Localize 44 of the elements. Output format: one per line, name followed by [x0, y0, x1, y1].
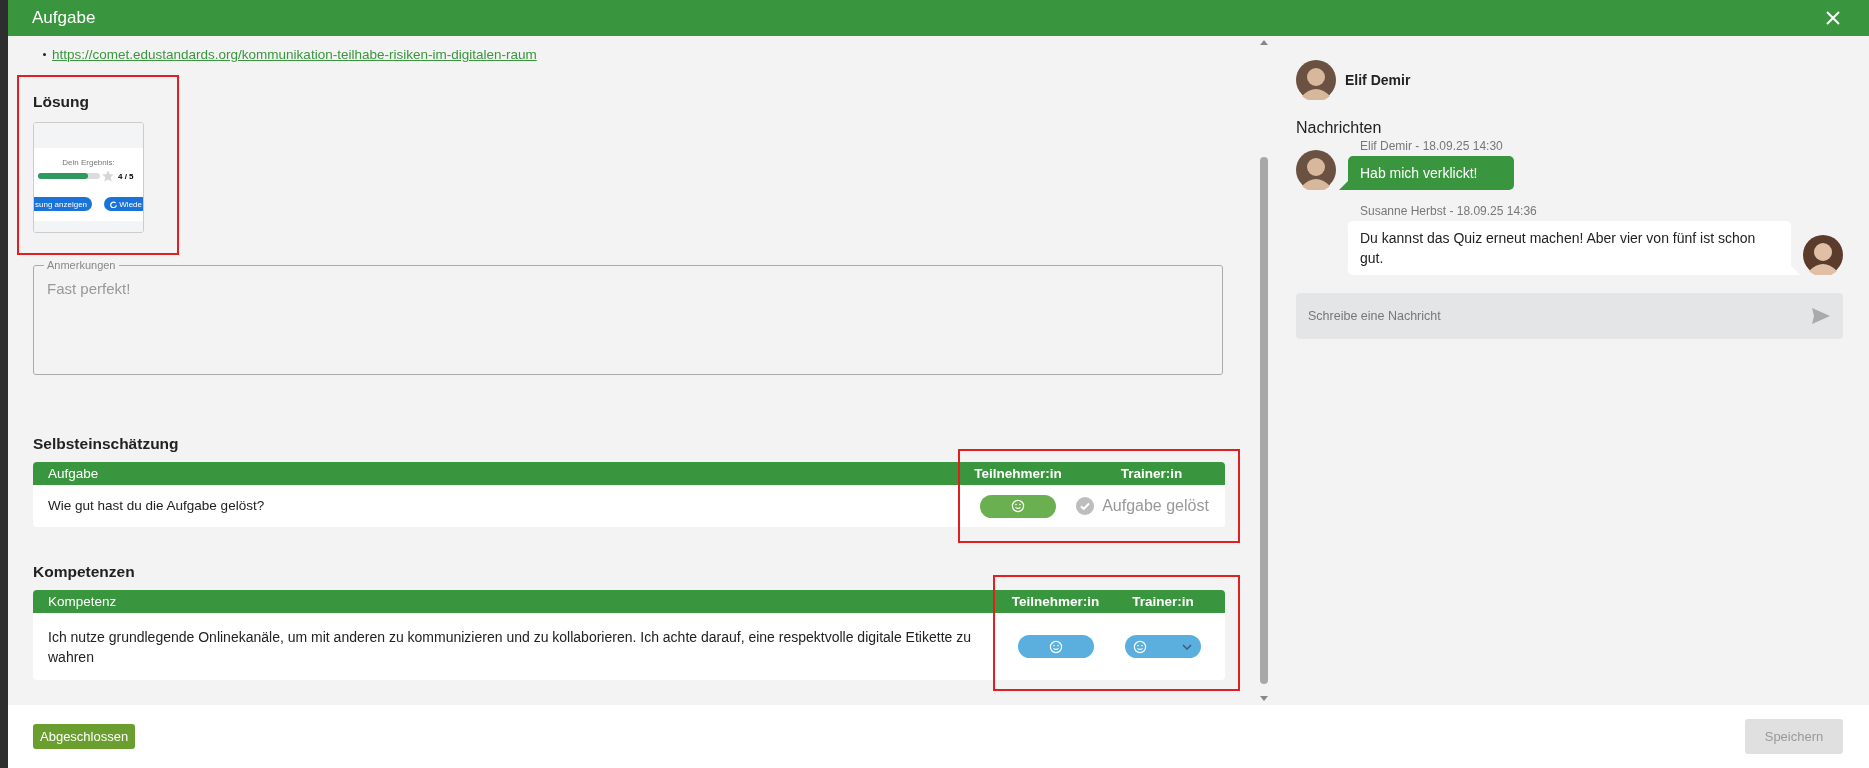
avatar-icon — [1803, 235, 1843, 275]
section-heading: Selbsteinschätzung — [33, 435, 180, 453]
retry-button[interactable]: Wiede — [104, 197, 143, 211]
column-header: Trainer:in — [1131, 594, 1195, 609]
column-header: Teilnehmer:in — [973, 466, 1063, 481]
section-heading: Lösung — [33, 93, 90, 111]
status-text: Aufgabe gelöst — [1102, 497, 1209, 515]
column-header: Trainer:in — [1119, 466, 1184, 481]
close-icon[interactable] — [1825, 10, 1841, 26]
link[interactable]: https://comet.edustandards.org/kommunikation-teilhabe-risiken-im-digitalen-raum — [52, 46, 537, 62]
result-thumbnail[interactable]: Dein Ergebnis: 4 / 5 sung anzeigen Wiede — [33, 122, 144, 233]
avatar-icon — [1296, 150, 1336, 190]
column-header: Teilnehmer:in — [1010, 594, 1101, 609]
check-icon — [1076, 497, 1095, 515]
star-icon — [101, 169, 115, 183]
message-meta: Susanne Herbst - 18.09.25 14:36 — [1359, 204, 1538, 218]
rating-select[interactable] — [1125, 635, 1201, 658]
avatar-icon — [1296, 60, 1336, 100]
score: 4 / 5 — [118, 171, 134, 181]
caret-icon — [1182, 643, 1192, 650]
smiley-icon — [1048, 639, 1063, 654]
dialog-title: Aufgabe — [32, 8, 96, 28]
result-caption: Dein Ergebnis: — [61, 158, 116, 167]
message-input[interactable]: Schreibe eine Nachricht — [1296, 293, 1843, 339]
send-icon[interactable] — [1811, 307, 1831, 325]
field-label: Anmerkungen — [44, 259, 119, 271]
smiley-icon — [1011, 499, 1025, 513]
show-solution-button[interactable]: sung anzeigen — [34, 197, 93, 211]
message-meta: Elif Demir - 18.09.25 14:30 — [1359, 139, 1504, 153]
bubble-tail — [1339, 181, 1348, 190]
refresh-icon — [110, 200, 118, 208]
user-name: Elif Demir — [1345, 72, 1411, 88]
column-header: Aufgabe — [48, 466, 100, 481]
status-button[interactable]: Abgeschlossen — [33, 724, 136, 749]
row-text: Ich nutze grundlegende Onlinekanäle, um mit anderen zu kommunizieren und zu kollaborieren. Ich achte darauf, eine respektvolle digitale Etikette zu wahren — [48, 627, 972, 667]
column-header: Kompetenz — [48, 594, 118, 609]
row-text: Wie gut hast du die Aufgabe gelöst? — [48, 497, 266, 515]
section-heading: Kompetenzen — [33, 563, 136, 581]
messages-heading: Nachrichten — [1296, 119, 1383, 137]
notes-text: Fast perfekt! — [47, 280, 131, 297]
rating-pill[interactable] — [1017, 635, 1094, 658]
bullet-icon — [43, 52, 46, 56]
smiley-icon — [1133, 639, 1147, 654]
rating-pill[interactable] — [980, 494, 1056, 518]
